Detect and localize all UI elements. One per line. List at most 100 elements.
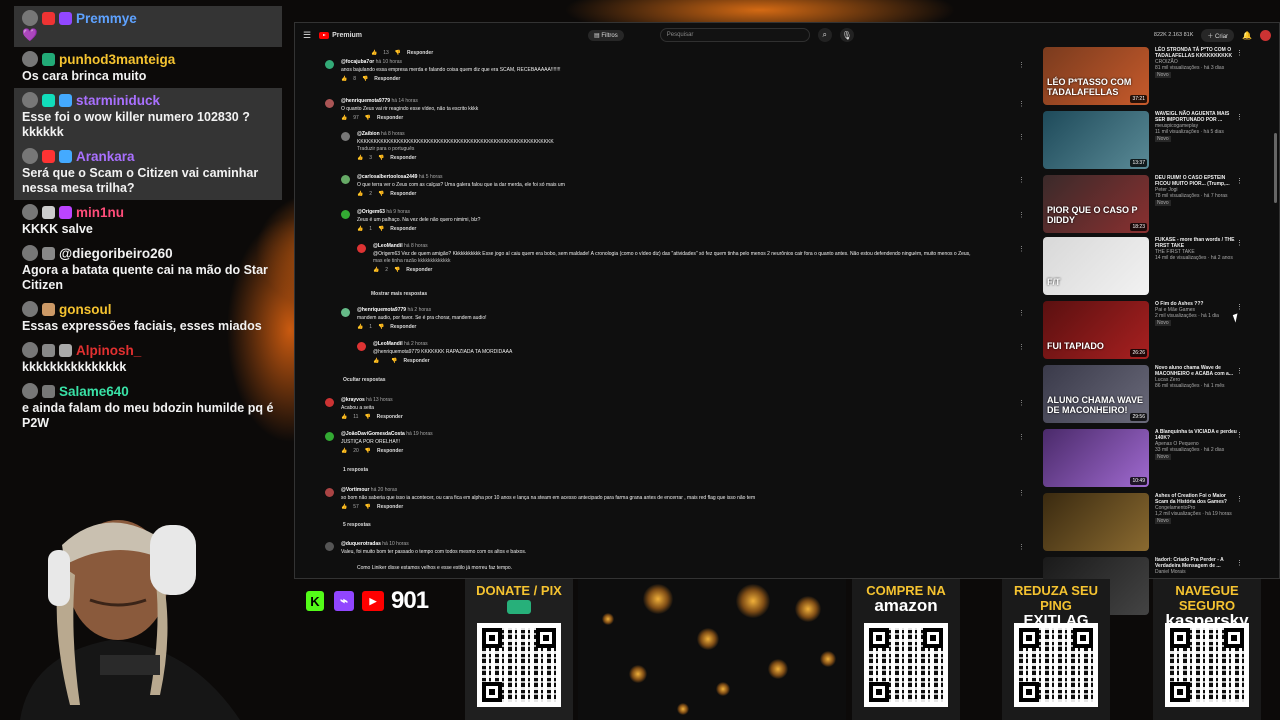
video-thumbnail[interactable]: LÉO P*TASSO COM TADALAFELLAS 37:21 xyxy=(1043,47,1149,105)
reply-button[interactable]: Responder xyxy=(377,504,403,510)
video-title[interactable]: LÉO STRONDA TÁ P*TO COM O TADALAFELLAS K… xyxy=(1155,47,1239,59)
comment-author[interactable]: @krayvos xyxy=(341,397,365,403)
video-thumbnail[interactable] xyxy=(1043,493,1149,551)
video-menu-icon[interactable]: ⋮ xyxy=(1236,113,1243,121)
reply-button[interactable]: Responder xyxy=(406,267,432,273)
video-title[interactable]: WAVEIGL NÃO AGUENTA MAIS SER IMPORTUNADO… xyxy=(1155,111,1239,123)
chat-username[interactable]: starminiduck xyxy=(76,93,160,108)
dislike-icon[interactable]: 👎 xyxy=(364,414,370,420)
notifications-icon[interactable]: 🔔 xyxy=(1242,31,1252,40)
video-thumbnail[interactable]: 13:37 xyxy=(1043,111,1149,169)
recommended-video[interactable]: FUI TAPIADO 26:26 O Fim do Ashes ??? Pai e … xyxy=(1043,301,1257,361)
like-icon[interactable]: 👍 xyxy=(341,115,347,121)
video-channel[interactable]: Daniel Morais xyxy=(1155,569,1239,575)
like-icon[interactable]: 👍 xyxy=(341,504,347,510)
like-icon[interactable]: 👍 xyxy=(357,226,363,232)
comment-author[interactable]: @Vortimour xyxy=(341,487,369,493)
show-more-replies-button[interactable]: Mostrar mais respostas xyxy=(371,291,427,297)
reply-button[interactable]: Responder xyxy=(407,50,433,56)
search-input[interactable]: Pesquisar xyxy=(659,28,810,42)
recommended-video[interactable]: F/T FUKASE - more than words / THE FIRST … xyxy=(1043,237,1257,297)
comment-author[interactable]: @Zaibion xyxy=(357,131,380,137)
dislike-icon[interactable]: 👎 xyxy=(365,448,371,454)
video-title[interactable]: DEU RUIM! O CASO EPSTEIN FICOU MUITO PIO… xyxy=(1155,175,1239,187)
chat-username[interactable]: Premmye xyxy=(76,11,137,26)
comment-menu-icon[interactable]: ⋮ xyxy=(1018,544,1025,551)
chat-username[interactable]: punhod3manteiga xyxy=(59,52,175,67)
video-title[interactable]: A Blanquinha ta VICIADA e perdeu 140K? xyxy=(1155,429,1239,441)
comment-author[interactable]: @focajuba7or xyxy=(341,59,374,65)
like-icon[interactable]: 👍 xyxy=(357,191,363,197)
recommended-video[interactable]: ALUNO CHAMA WAVE DE MACONHEIRO! 29:56 Novo… xyxy=(1043,365,1257,425)
comment-menu-icon[interactable]: ⋮ xyxy=(1018,212,1025,219)
chat-username[interactable]: @diegoribeiro260 xyxy=(59,246,173,261)
search-icon[interactable]: ⌕ xyxy=(817,28,832,42)
video-title[interactable]: Itadori: Criado Pra Perder - A Verdadeir… xyxy=(1155,557,1239,569)
reply-button[interactable]: Responder xyxy=(374,76,400,82)
recommended-video[interactable]: LÉO P*TASSO COM TADALAFELLAS 37:21 LÉO STR… xyxy=(1043,47,1257,107)
like-icon[interactable]: 👍 xyxy=(373,358,379,364)
youtube-logo[interactable]: Premium xyxy=(319,31,362,39)
recommended-video[interactable]: 13:37 WAVEIGL NÃO AGUENTA MAIS SER IMPORT… xyxy=(1043,111,1257,171)
like-icon[interactable]: 👍 xyxy=(373,267,379,273)
dislike-icon[interactable]: 👎 xyxy=(378,191,384,197)
one-reply-button[interactable]: 1 resposta xyxy=(343,467,368,473)
comment-author[interactable]: @LeoMandil xyxy=(373,341,403,347)
comment-avatar[interactable] xyxy=(325,60,334,69)
video-thumbnail[interactable]: FUI TAPIADO 26:26 xyxy=(1043,301,1149,359)
comment-avatar[interactable] xyxy=(357,244,366,253)
comment-author[interactable]: @duquerotradas xyxy=(341,541,381,547)
like-icon[interactable]: 👍 xyxy=(357,155,363,161)
comment-avatar[interactable] xyxy=(357,342,366,351)
video-menu-icon[interactable]: ⋮ xyxy=(1236,49,1243,57)
comment-author[interactable]: @LeoMandil xyxy=(373,243,403,249)
like-icon[interactable]: 👍 xyxy=(357,324,363,330)
account-avatar[interactable] xyxy=(1260,29,1271,41)
video-thumbnail[interactable]: PIOR QUE O CASO P DIDDY 18:23 xyxy=(1043,175,1149,233)
video-title[interactable]: Novo aluno chama Wave de MACONHEIRO e AC… xyxy=(1155,365,1239,377)
hide-replies-button[interactable]: Ocultar respostas xyxy=(343,377,386,383)
dislike-icon[interactable]: 👎 xyxy=(378,324,384,330)
comment-avatar[interactable] xyxy=(341,210,350,219)
chat-username[interactable]: min1nu xyxy=(76,205,124,220)
chat-username[interactable]: gonsoul xyxy=(59,302,112,317)
create-button[interactable]: ＋ Criar xyxy=(1201,28,1235,42)
comment-menu-icon[interactable]: ⋮ xyxy=(1018,101,1025,108)
reply-button[interactable]: Responder xyxy=(390,226,416,232)
comment-menu-icon[interactable]: ⋮ xyxy=(1018,134,1025,141)
dislike-icon[interactable]: 👎 xyxy=(362,76,368,82)
comment-menu-icon[interactable]: ⋮ xyxy=(1018,177,1025,184)
reply-button[interactable]: Responder xyxy=(377,448,403,454)
comment-avatar[interactable] xyxy=(325,542,334,551)
reply-button[interactable]: Responder xyxy=(377,115,403,121)
comment-avatar[interactable] xyxy=(341,175,350,184)
comment-avatar[interactable] xyxy=(325,99,334,108)
like-icon[interactable]: 👍 xyxy=(341,448,347,454)
chat-username[interactable]: Arankara xyxy=(76,149,135,164)
dislike-icon[interactable]: 👎 xyxy=(394,267,400,273)
video-menu-icon[interactable]: ⋮ xyxy=(1236,303,1243,311)
reply-button[interactable]: Responder xyxy=(377,414,403,420)
dislike-icon[interactable]: 👎 xyxy=(391,358,397,364)
comment-avatar[interactable] xyxy=(325,398,334,407)
chat-username[interactable]: Alpinosh_ xyxy=(76,343,141,358)
comment-menu-icon[interactable]: ⋮ xyxy=(1018,344,1025,351)
video-thumbnail[interactable]: 10:49 xyxy=(1043,429,1149,487)
comment-avatar[interactable] xyxy=(325,432,334,441)
like-icon[interactable]: 👍 xyxy=(341,414,347,420)
comment-menu-icon[interactable]: ⋮ xyxy=(1018,490,1025,497)
video-thumbnail[interactable]: ALUNO CHAMA WAVE DE MACONHEIRO! 29:56 xyxy=(1043,365,1149,423)
comment-avatar[interactable] xyxy=(325,488,334,497)
recommended-video[interactable]: 10:49 A Blanquinha ta VICIADA e perdeu 14… xyxy=(1043,429,1257,489)
comment-avatar[interactable] xyxy=(341,132,350,141)
comment-author[interactable]: @Origem63 xyxy=(357,209,385,215)
mic-icon[interactable]: 🎙 xyxy=(839,28,854,42)
reply-button[interactable]: Responder xyxy=(390,324,416,330)
comment-author[interactable]: @JoãoDaviGomesdaCosta xyxy=(341,431,405,437)
video-menu-icon[interactable]: ⋮ xyxy=(1236,239,1243,247)
like-icon[interactable]: 👍 xyxy=(341,76,347,82)
comment-author[interactable]: @henriquemota9779 xyxy=(341,98,390,104)
recommended-video[interactable]: PIOR QUE O CASO P DIDDY 18:23 DEU RUIM! O … xyxy=(1043,175,1257,235)
video-menu-icon[interactable]: ⋮ xyxy=(1236,367,1243,375)
video-title[interactable]: Ashes of Creation Foi o Maior Scam da Hi… xyxy=(1155,493,1239,505)
